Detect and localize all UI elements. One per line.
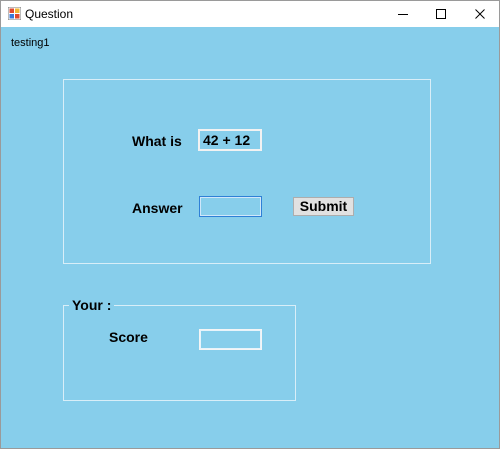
question-groupbox <box>63 79 431 264</box>
maximize-button[interactable] <box>422 1 460 27</box>
score-label: Score <box>109 329 148 345</box>
window-title: Question <box>25 7 74 21</box>
minimize-icon <box>398 14 408 15</box>
score-field[interactable] <box>199 329 262 350</box>
close-button[interactable] <box>461 1 499 27</box>
question-window: Question testing1 What is 42 + 12 Answer… <box>0 0 500 449</box>
testing-label: testing1 <box>11 37 50 49</box>
maximize-icon <box>436 9 446 19</box>
question-display: 42 + 12 <box>198 129 262 151</box>
title-bar[interactable]: Question <box>1 1 499 27</box>
close-icon <box>475 9 485 19</box>
minimize-button[interactable] <box>384 1 422 27</box>
answer-label: Answer <box>132 200 183 216</box>
answer-input[interactable] <box>199 196 262 217</box>
submit-button[interactable]: Submit <box>293 197 354 216</box>
app-icon <box>7 6 22 21</box>
question-label: What is <box>132 133 182 149</box>
score-groupbox: Your : <box>63 297 296 401</box>
score-group-legend: Your : <box>69 297 115 313</box>
